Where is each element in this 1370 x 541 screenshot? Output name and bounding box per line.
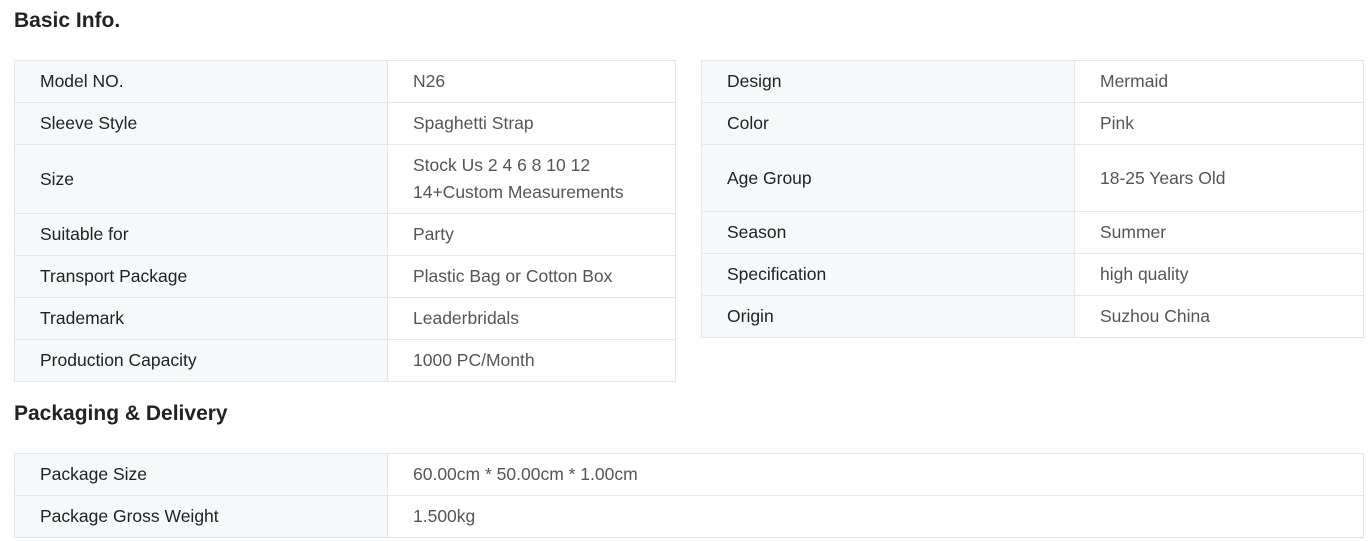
spec-key: Transport Package (14, 255, 388, 298)
spec-key: Origin (701, 295, 1075, 338)
spec-key: Sleeve Style (14, 102, 388, 145)
packaging-table: Package Size 60.00cm * 50.00cm * 1.00cm … (14, 453, 1364, 538)
table-row: Package Gross Weight 1.500kg (14, 495, 1364, 538)
spec-value: high quality (1074, 253, 1364, 296)
basic-info-table-right: Design Mermaid Color Pink Age Group 18-2… (701, 60, 1364, 338)
spec-key: Trademark (14, 297, 388, 340)
table-row: Season Summer (701, 211, 1364, 254)
table-row: Suitable for Party (14, 213, 676, 256)
spec-value: Leaderbridals (387, 297, 676, 340)
spec-value: Spaghetti Strap (387, 102, 676, 145)
spec-key: Production Capacity (14, 339, 388, 382)
spec-key: Package Gross Weight (14, 495, 388, 538)
spec-key: Package Size (14, 453, 388, 496)
spec-key: Size (14, 144, 388, 214)
spec-value: Suzhou China (1074, 295, 1364, 338)
table-row: Origin Suzhou China (701, 295, 1364, 338)
spec-value: Stock Us 2 4 6 8 10 12 14+Custom Measure… (387, 144, 676, 214)
spec-value: N26 (387, 60, 676, 103)
table-row: Design Mermaid (701, 60, 1364, 103)
table-row: Model NO. N26 (14, 60, 676, 103)
table-row: Sleeve Style Spaghetti Strap (14, 102, 676, 145)
basic-info-table-left: Model NO. N26 Sleeve Style Spaghetti Str… (14, 60, 676, 382)
table-row: Specification high quality (701, 253, 1364, 296)
spec-value: Mermaid (1074, 60, 1364, 103)
table-row: Color Pink (701, 102, 1364, 145)
table-row: Transport Package Plastic Bag or Cotton … (14, 255, 676, 298)
table-row: Age Group 18-25 Years Old (701, 144, 1364, 212)
spec-value: Pink (1074, 102, 1364, 145)
spec-value: Plastic Bag or Cotton Box (387, 255, 676, 298)
spec-value: Party (387, 213, 676, 256)
spec-value: 1000 PC/Month (387, 339, 676, 382)
spec-key: Specification (701, 253, 1075, 296)
basic-info-title: Basic Info. (14, 9, 121, 32)
spec-value: 60.00cm * 50.00cm * 1.00cm (387, 453, 1364, 496)
spec-value: 18-25 Years Old (1074, 144, 1364, 212)
spec-value: 1.500kg (387, 495, 1364, 538)
spec-key: Suitable for (14, 213, 388, 256)
table-row: Size Stock Us 2 4 6 8 10 12 14+Custom Me… (14, 144, 676, 214)
spec-value: Summer (1074, 211, 1364, 254)
table-row: Trademark Leaderbridals (14, 297, 676, 340)
table-row: Package Size 60.00cm * 50.00cm * 1.00cm (14, 453, 1364, 496)
spec-key: Color (701, 102, 1075, 145)
spec-key: Age Group (701, 144, 1075, 212)
spec-key: Design (701, 60, 1075, 103)
packaging-delivery-title: Packaging & Delivery (14, 402, 228, 425)
spec-key: Model NO. (14, 60, 388, 103)
spec-key: Season (701, 211, 1075, 254)
table-row: Production Capacity 1000 PC/Month (14, 339, 676, 382)
